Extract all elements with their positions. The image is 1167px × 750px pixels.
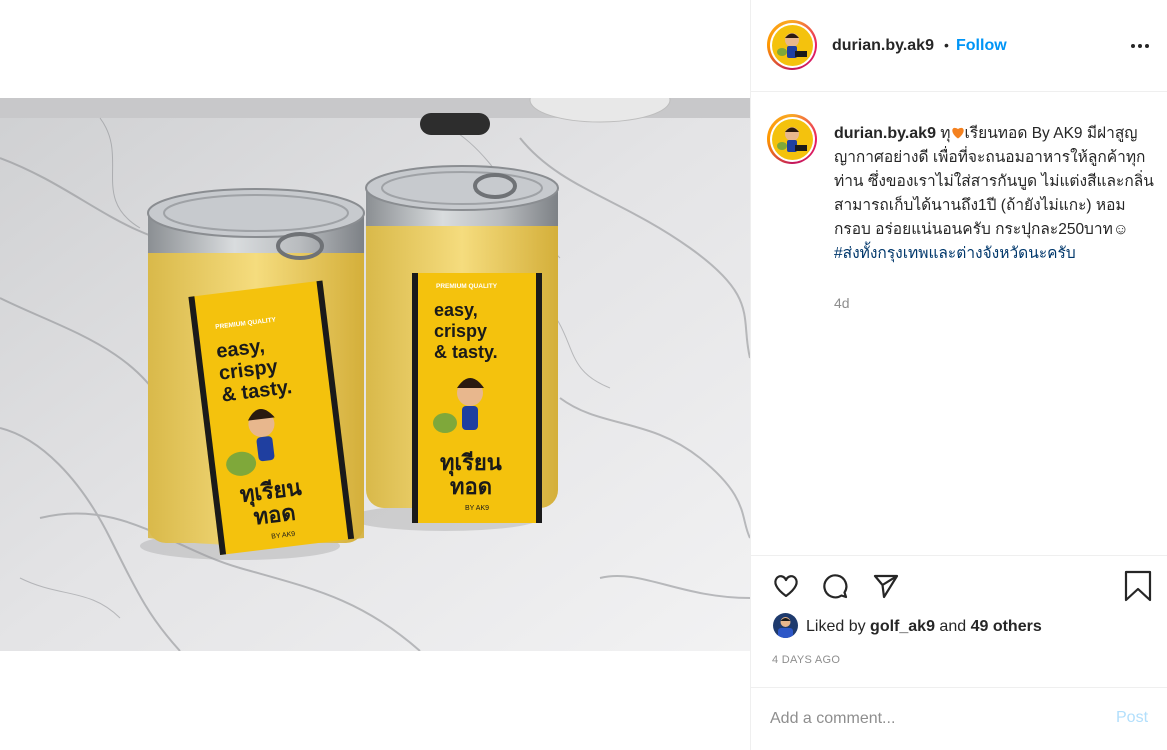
avatar-image: [771, 118, 813, 160]
avatar-image: [771, 24, 813, 66]
post-photo-image: PREMIUM QUALITY easy, crispy & tasty. ทุ…: [0, 98, 750, 651]
caption-avatar[interactable]: [767, 114, 817, 164]
svg-text:& tasty.: & tasty.: [434, 342, 498, 362]
orange-heart-icon: [951, 127, 964, 139]
post-date: 4 DAYS AGO: [772, 654, 841, 666]
liker-avatar[interactable]: [773, 613, 798, 638]
separator-dot: •: [944, 37, 949, 53]
likes-text: Liked by golf_ak9 and 49 others: [806, 618, 1042, 635]
header-username[interactable]: durian.by.ak9: [832, 37, 934, 55]
svg-text:ทุเรียน: ทุเรียน: [440, 451, 502, 477]
post-photo[interactable]: PREMIUM QUALITY easy, crispy & tasty. ทุ…: [0, 98, 750, 651]
post-side-panel: durian.by.ak9 • Follow durian.by.ak9 ทุ …: [750, 0, 1167, 750]
caption-hashtag[interactable]: #ส่งทั้งกรุงเทพและต่างจังหวัดนะครับ: [834, 245, 1076, 262]
comment-icon[interactable]: [821, 572, 849, 600]
bookmark-icon[interactable]: [1123, 570, 1153, 602]
svg-text:ทอด: ทอด: [252, 501, 297, 531]
post-header: durian.by.ak9 • Follow: [751, 0, 1167, 92]
comment-bar: Post: [751, 687, 1167, 750]
avatar[interactable]: [767, 20, 817, 70]
likes-others-link[interactable]: 49 others: [971, 618, 1042, 635]
svg-text:crispy: crispy: [434, 321, 487, 341]
comment-input[interactable]: [770, 707, 1090, 731]
caption-username[interactable]: durian.by.ak9: [834, 125, 936, 142]
action-bar: [751, 555, 1167, 605]
post-media-pane: PREMIUM QUALITY easy, crispy & tasty. ทุ…: [0, 0, 750, 750]
post-button[interactable]: Post: [1116, 709, 1148, 727]
svg-text:ทอด: ทอด: [450, 475, 492, 500]
post-caption-area: durian.by.ak9 ทุ เรียนทอด By AK9 มีฝาสูญญ…: [751, 92, 1167, 555]
svg-text:easy,: easy,: [434, 300, 478, 320]
caption-prefix: ทุ: [940, 125, 951, 142]
heart-icon[interactable]: [772, 572, 800, 600]
caption-relative-time: 4d: [834, 295, 850, 311]
svg-text:PREMIUM QUALITY: PREMIUM QUALITY: [436, 283, 498, 290]
follow-button[interactable]: Follow: [956, 37, 1007, 55]
paper-plane-icon[interactable]: [872, 572, 900, 600]
svg-text:BY AK9: BY AK9: [465, 505, 489, 512]
caption-text: durian.by.ak9 ทุ เรียนทอด By AK9 มีฝาสูญญ…: [834, 122, 1154, 266]
more-dots-icon[interactable]: [1127, 30, 1157, 60]
liker-username[interactable]: golf_ak9: [870, 618, 935, 635]
